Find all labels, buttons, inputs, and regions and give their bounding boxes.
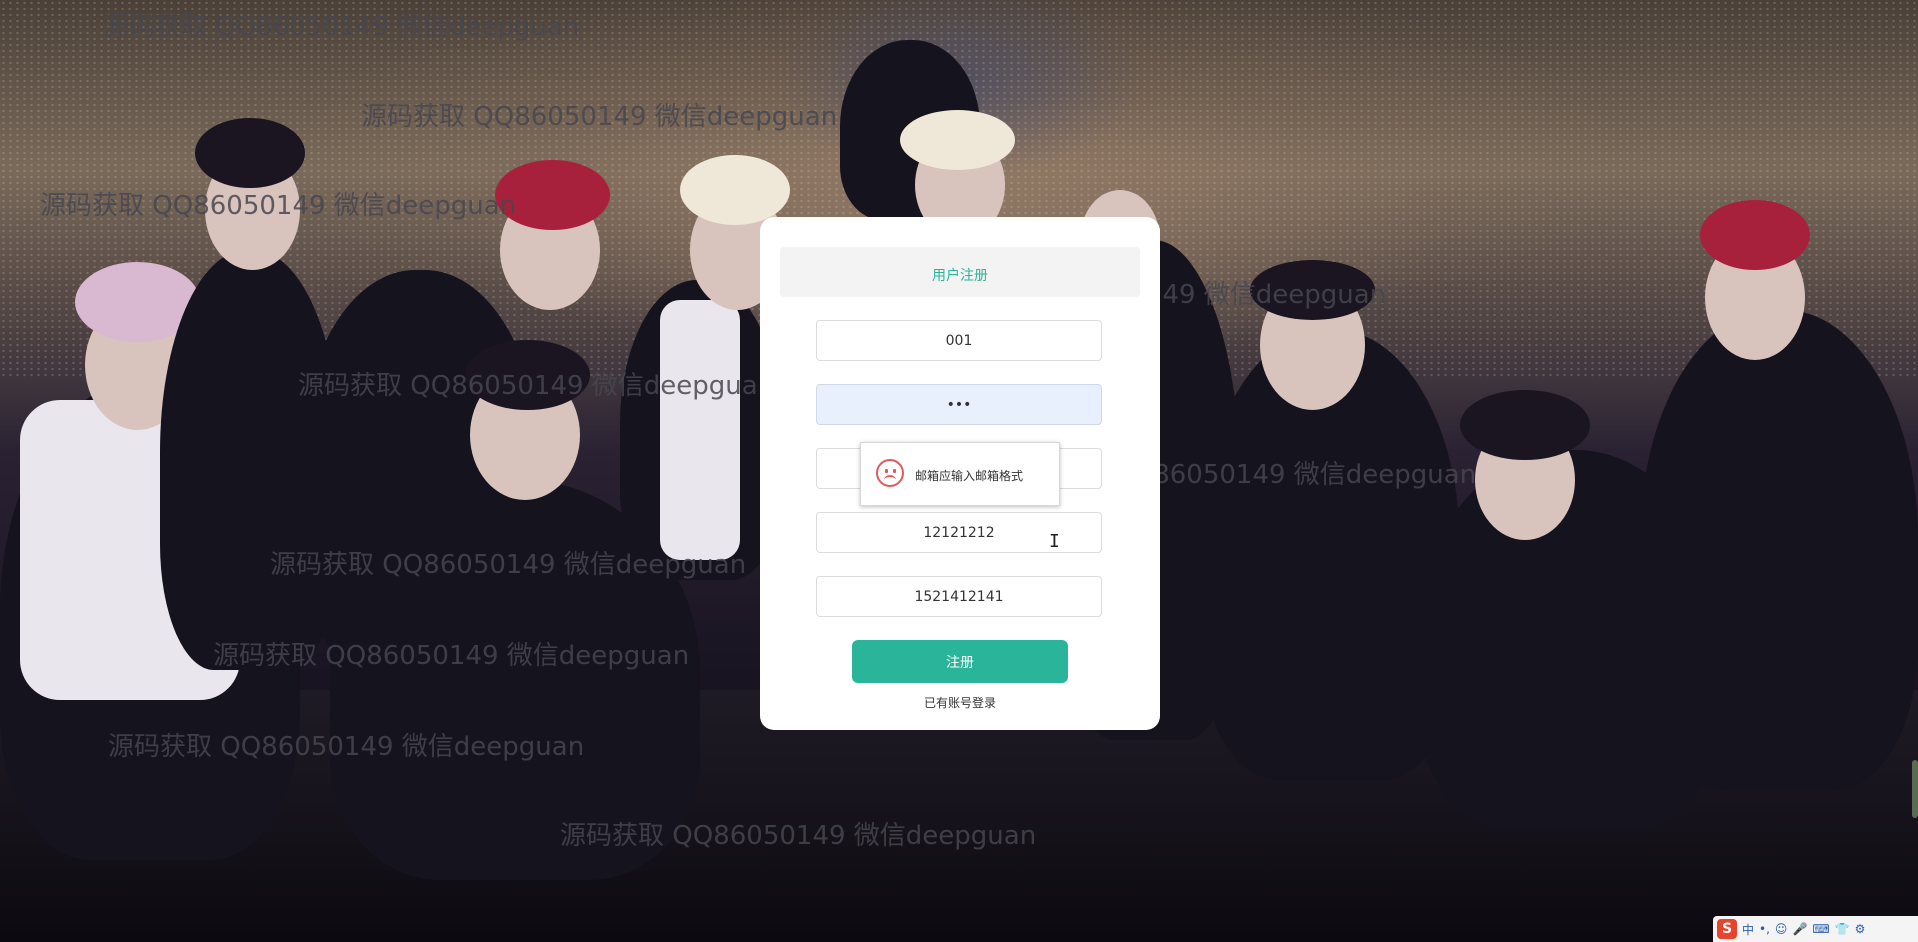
username-field[interactable] bbox=[816, 320, 1102, 361]
keyboard-icon[interactable]: ⌨ bbox=[1812, 922, 1829, 936]
emoji-icon[interactable]: ☺ bbox=[1775, 922, 1788, 936]
microphone-icon[interactable]: 🎤 bbox=[1792, 922, 1807, 936]
punctuation-icon[interactable]: •, bbox=[1759, 922, 1770, 936]
page-title: 用户注册 bbox=[932, 268, 988, 284]
toast-message: 邮箱应输入邮箱格式 bbox=[915, 469, 1024, 483]
skin-icon[interactable]: 👕 bbox=[1835, 922, 1850, 936]
password-field[interactable] bbox=[816, 384, 1102, 425]
sogou-logo-icon[interactable]: S bbox=[1717, 919, 1737, 939]
ime-toolbar[interactable]: S 中 •, ☺ 🎤 ⌨ 👕 ⚙ bbox=[1713, 916, 1918, 942]
scroll-edge bbox=[1912, 760, 1918, 818]
register-button[interactable]: 注册 bbox=[852, 640, 1068, 683]
text-cursor-icon: I bbox=[1049, 531, 1060, 552]
settings-icon[interactable]: ⚙ bbox=[1855, 922, 1866, 936]
error-toast: 邮箱应输入邮箱格式 bbox=[860, 442, 1060, 506]
phone-field[interactable] bbox=[816, 576, 1102, 617]
login-link[interactable]: 已有账号登录 bbox=[760, 694, 1160, 711]
chinese-mode-icon[interactable]: 中 bbox=[1742, 921, 1754, 938]
card-header: 用户注册 bbox=[780, 247, 1140, 297]
sad-face-icon bbox=[876, 459, 904, 487]
